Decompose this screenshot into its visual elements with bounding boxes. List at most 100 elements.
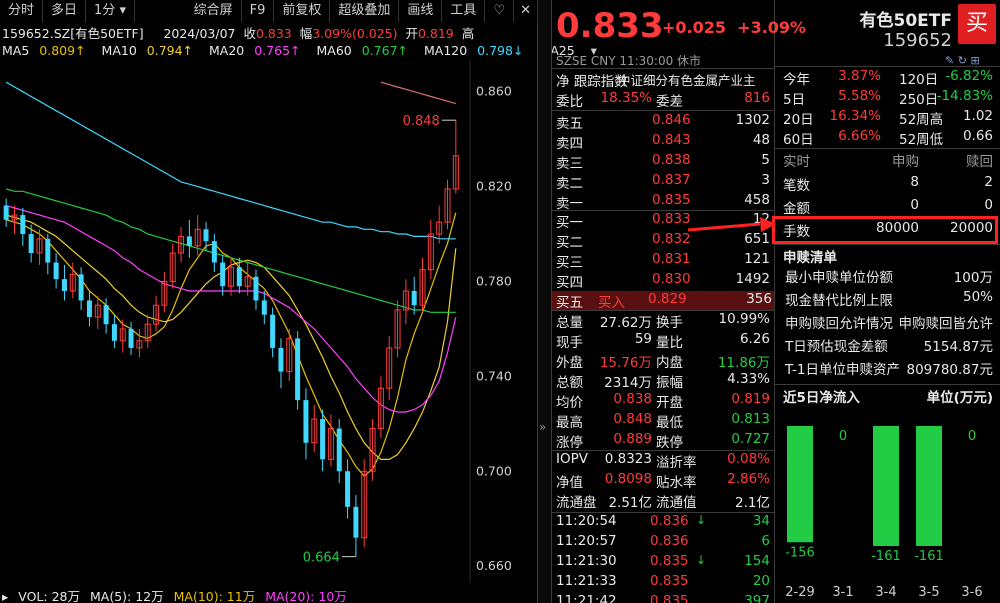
ma-line-ma10 [6,214,457,460]
tools-button[interactable]: 工具 [442,0,486,22]
close-icon[interactable]: ✕ [514,0,538,22]
order-price: 0.830 [652,271,691,287]
perf-label: 5日 [783,92,806,108]
panel-collapse-handle[interactable]: » [538,0,552,603]
index-row[interactable]: 净 跟踪指数 中证细分有色金属产业主 [556,70,772,90]
candle [394,300,401,358]
buy-button[interactable]: 买 [958,4,996,44]
stat-value: 59 [634,331,652,347]
composite-screen-button[interactable]: 综合屏 [186,0,242,22]
order-level: 买二 [556,235,583,251]
tab-intraday[interactable]: 分时 [0,0,44,22]
y-axis-tick: 0.820 [476,179,512,194]
candle [186,219,192,258]
order-price: 0.835 [652,192,691,208]
divider [552,68,775,69]
range-value: 3.09%(0.025) [312,26,398,41]
sg-label: 金额 [783,201,810,217]
perf-row: 20日 16.34% 52周高 1.02 [781,108,997,128]
kline-chart[interactable]: 0.860 0.820 0.780 0.740 0.700 0.660 0.848 0.664 [0,60,538,583]
f9-button[interactable]: F9 [242,0,275,22]
ma5-legend: MA5 0.809↑ [2,43,86,58]
stat-label: 开盘 [656,395,683,411]
stat-label: 振幅 [656,375,683,391]
candle [419,257,426,313]
order-volume: 3 [761,172,770,188]
stat-label: 量比 [656,335,683,351]
tick-price: 0.835 [650,573,689,589]
divider [552,110,775,111]
buy-order-row: 买五 0.829 356 买入 [552,291,774,311]
candle [211,234,217,272]
inflow-value-label: 0 [968,429,976,444]
inflow-date-label: 3-4 [875,585,896,600]
sell-order-row: 卖一 0.835 458 [556,192,772,212]
perf-label: 60日 [783,132,814,148]
stat-value: 2.86% [727,471,770,487]
candle [336,419,342,484]
stat-row: 总量 27.62万 换手 10.99% [556,311,772,331]
tick-row: 11:21:33 0.835 20 [556,573,772,593]
subscription-row: 金额 0 0 [781,197,997,217]
stat-value: 11.86万 [717,355,770,371]
draw-line-button[interactable]: 画线 [399,0,443,22]
stat-value: 2.1亿 [735,495,770,511]
sg-redeem-value: 2 [984,174,993,190]
divider [775,244,1000,245]
kline-info-line: 159652.SZ[有色50ETF] 2024/03/07 收0.833 幅3.… [2,23,474,41]
stat-value: 0.838 [613,391,652,407]
candle [36,229,43,265]
period-select[interactable]: 1分 ▾ [86,0,135,22]
inflow-value-label: -156 [785,545,815,560]
stat-row: 涨停 0.889 跌停 0.727 [556,431,772,451]
stat-label: 流通盘 [556,495,597,511]
heart-outline-icon[interactable]: ♡ [485,0,515,22]
tick-row: 11:20:57 0.836 6 [556,533,772,553]
perf-label: 250日 [899,92,939,108]
y-axis-tick: 0.660 [476,558,512,573]
etf-name: 有色50ETF [859,11,952,31]
stat-label: 最高 [556,415,583,431]
sell-order-row: 卖四 0.843 48 [556,132,772,152]
forward-adjust-button[interactable]: 前复权 [274,0,331,22]
tick-price: 0.835 [650,593,689,603]
order-price: 0.843 [652,132,691,148]
range-label: 幅 [299,26,313,41]
list-value: 100万 [953,266,993,286]
order-price: 0.831 [652,251,691,267]
inflow-value-label: 0 [839,429,847,444]
tab-multiday[interactable]: 多日 [43,0,87,22]
candle [327,414,334,467]
candle [311,404,318,453]
list-label: 最小申赎单位份额 [785,270,893,286]
candle [53,253,59,289]
perf-label: 今年 [783,72,810,88]
iopv-row: IOPV 0.8323 溢折率 0.08% [556,451,772,471]
perf-value: 1.02 [962,108,993,124]
close-value: 0.833 [255,26,292,41]
subscription-row: 笔数 8 2 [781,174,997,194]
stat-label: 涨停 [556,435,583,451]
stat-value: 27.62万 [599,315,652,331]
candle [61,264,67,301]
sell-order-row: 卖二 0.837 3 [556,172,772,192]
tick-volume: 20 [752,573,770,589]
stat-row: 总额 2314万 振幅 4.33% [556,371,772,391]
index-name: 中证细分有色金属产业主 [618,73,756,88]
list-row: 申购赎回允许情况 申购赎回皆允许 [781,312,997,332]
stat-value: 0.08% [727,451,770,467]
stat-label: 现手 [556,335,583,351]
y-axis-tick: 0.780 [476,273,512,288]
inflow-date-label: 2-29 [785,585,815,600]
period-label: 1分 [94,3,116,18]
list-title: 申赎清单 [783,250,837,266]
perf-row: 今年 3.87% 120日 -6.82% [781,68,997,88]
kline-chart-panel[interactable]: 分时 多日 1分 ▾ 综合屏 F9 前复权 超级叠加 画线 工具 ♡ ✕ 159… [0,0,597,603]
super-overlay-button[interactable]: 超级叠加 [330,0,400,22]
candle [452,120,459,194]
stat-value: 0.8323 [604,451,652,467]
quote-panel: 0.833 +0.025 +3.09% SZSE CNY 11:30:00 休市… [552,0,806,603]
tick-volume: 34 [752,513,770,529]
order-level: 买五 [556,295,583,311]
perf-row: 60日 6.66% 52周低 0.66 [781,128,997,148]
